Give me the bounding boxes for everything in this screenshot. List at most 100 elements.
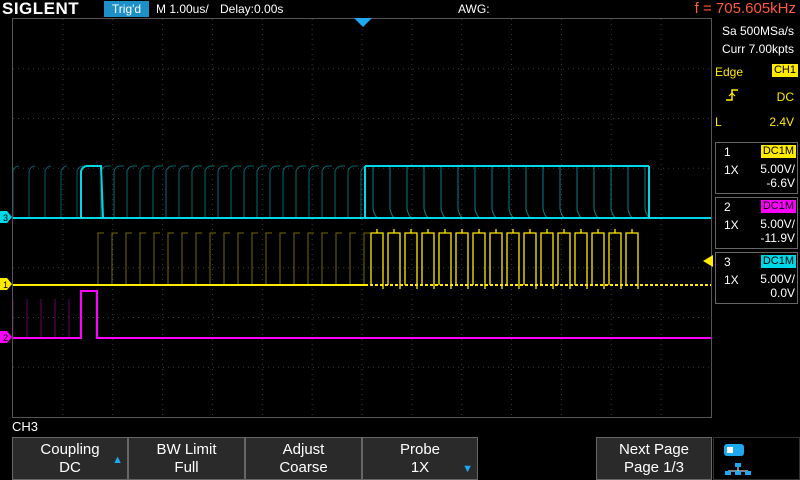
- ch3-ghost-edge: [139, 165, 150, 218]
- ch1-ghost-pulse: [97, 232, 104, 285]
- ch3-number: 3: [724, 255, 731, 269]
- ch3-ghost-edge: [457, 166, 465, 219]
- trigger-coupling: DC: [776, 90, 794, 104]
- ch2-scale: 5.00V/: [760, 217, 795, 231]
- ch3-ghost-edge: [423, 166, 431, 219]
- trigger-level-value[interactable]: 2.4V: [769, 115, 794, 129]
- ch2-offset: -11.9V: [760, 231, 795, 245]
- ch1-pulse: [540, 229, 554, 289]
- ch3-ghost-edge: [126, 165, 137, 218]
- ch3-ghost-edge: [406, 166, 414, 219]
- ch3-trace: [13, 165, 104, 219]
- ch1-pulse: [574, 229, 588, 289]
- status-icons: [713, 437, 800, 480]
- info-panel: Sa 500MSa/s Curr 7.00kpts Edge CH1 DC L …: [713, 18, 800, 418]
- probe-label: Probe: [399, 441, 441, 458]
- ch3-offset-marker-icon[interactable]: 3: [0, 211, 12, 223]
- probe-softkey[interactable]: Probe 1X ▼: [362, 437, 478, 480]
- probe-value: 1X: [410, 459, 430, 476]
- ch3-ghost-edge: [269, 165, 280, 218]
- ch2-offset-marker-icon[interactable]: 2: [0, 331, 12, 343]
- ch3-ghost-edge: [347, 165, 358, 218]
- trigger-position-marker-icon[interactable]: [354, 18, 372, 28]
- ch3-ghost-edge: [525, 166, 533, 219]
- ch1-ghost-pulse: [209, 232, 216, 285]
- ch3-ghost-edge: [113, 165, 124, 218]
- ch1-ghost-pulse: [237, 232, 244, 285]
- next-page-label: Next Page: [618, 441, 690, 458]
- ch3-ghost-edge: [282, 165, 293, 218]
- ch1-pulse: [557, 229, 571, 289]
- ch1-ghost-pulse: [321, 232, 328, 285]
- coupling-value: DC: [59, 459, 81, 476]
- ch3-ghost-edge: [372, 166, 380, 219]
- adjust-softkey[interactable]: Adjust Coarse: [245, 437, 362, 480]
- ch3-ghost-edge: [627, 166, 635, 219]
- ch3-ghost-edge: [474, 166, 482, 219]
- ch1-ghost-pulse: [195, 232, 202, 285]
- ch1-ghost-pulse: [363, 232, 370, 285]
- ch1-pulse: [404, 229, 418, 289]
- coupling-softkey[interactable]: Coupling DC ▲: [12, 437, 128, 480]
- next-page-softkey[interactable]: Next Page Page 1/3: [596, 437, 712, 480]
- bw-limit-value: Full: [174, 459, 199, 476]
- ch3-ghost-edge: [559, 166, 567, 219]
- adjust-label: Adjust: [282, 441, 325, 458]
- trigger-type[interactable]: Edge: [715, 65, 743, 79]
- ch1-pulse: [523, 229, 537, 289]
- ch1-ghost-pulse: [307, 232, 314, 285]
- ch1-pulse: [506, 229, 520, 289]
- ch2-probe: 1X: [724, 218, 739, 232]
- timebase-readout[interactable]: M 1.00us/: [156, 1, 209, 17]
- usb-network-icon: [724, 444, 751, 475]
- menu-title: CH3: [12, 419, 39, 434]
- ch1-ghost-pulse: [153, 232, 160, 285]
- ch3-probe: 1X: [724, 273, 739, 287]
- waveform-traces: [13, 165, 711, 339]
- ch3-ghost-edge: [230, 165, 241, 218]
- brand-logo: SIGLENT: [2, 0, 80, 18]
- chevron-up-icon: ▲: [112, 454, 123, 466]
- trigger-level-label: L: [715, 115, 722, 129]
- ch1-ghost-pulse: [223, 232, 230, 285]
- ch3-ghost-edge: [576, 166, 584, 219]
- ch3-ghost-edge: [191, 165, 202, 218]
- coupling-label: Coupling: [40, 441, 100, 458]
- bw-limit-label: BW Limit: [156, 441, 217, 458]
- awg-readout: AWG:: [458, 2, 490, 16]
- ch3-ghost-edge: [389, 166, 397, 219]
- ch3-ghost-edge: [28, 165, 36, 218]
- ch3-ghost-edge: [542, 166, 550, 219]
- ch3-info-box[interactable]: 3 DC1M 1X 5.00V/ 0.0V: [715, 252, 798, 304]
- ch2-info-box[interactable]: 2 DC1M 1X 5.00V/ -11.9V: [715, 197, 798, 249]
- ch3-ghost-edge: [610, 166, 618, 219]
- ch3-ghost-edge: [165, 165, 176, 218]
- bw-limit-softkey[interactable]: BW Limit Full: [128, 437, 245, 480]
- ch1-ghost-pulse: [349, 232, 356, 285]
- ch3-ghost-edge: [243, 165, 254, 218]
- ch3-ghost-edge: [60, 165, 68, 218]
- ch2-coupling-badge: DC1M: [760, 200, 796, 213]
- ch1-ghost-pulse: [125, 232, 132, 285]
- waveform-display[interactable]: [12, 18, 712, 418]
- ch1-offset-marker-icon[interactable]: 1: [0, 278, 12, 290]
- trigger-level-marker-icon[interactable]: [703, 255, 713, 267]
- ch3-ghost-edge: [508, 166, 516, 219]
- trigger-source-badge[interactable]: CH1: [771, 64, 798, 77]
- ch1-info-box[interactable]: 1 DC1M 1X 5.00V/ -6.6V: [715, 142, 798, 194]
- ch1-pulse: [625, 229, 639, 289]
- next-page-value: Page 1/3: [623, 459, 685, 476]
- ch3-ghost-edge: [295, 165, 306, 218]
- svg-text:2: 2: [3, 333, 8, 343]
- ch1-pulse: [421, 229, 435, 289]
- chevron-down-icon: ▼: [462, 463, 473, 475]
- ch1-probe: 1X: [724, 163, 739, 177]
- ch3-ghost-edge: [178, 165, 189, 218]
- ch3-offset: 0.0V: [770, 286, 795, 300]
- delay-readout[interactable]: Delay:0.00s: [220, 1, 283, 17]
- ch2-number: 2: [724, 200, 731, 214]
- memory-depth: Curr 7.00kpts: [721, 42, 794, 56]
- rising-edge-icon: [726, 89, 738, 101]
- ch1-ghost-pulse: [139, 232, 146, 285]
- ch1-ghost-pulse: [265, 232, 272, 285]
